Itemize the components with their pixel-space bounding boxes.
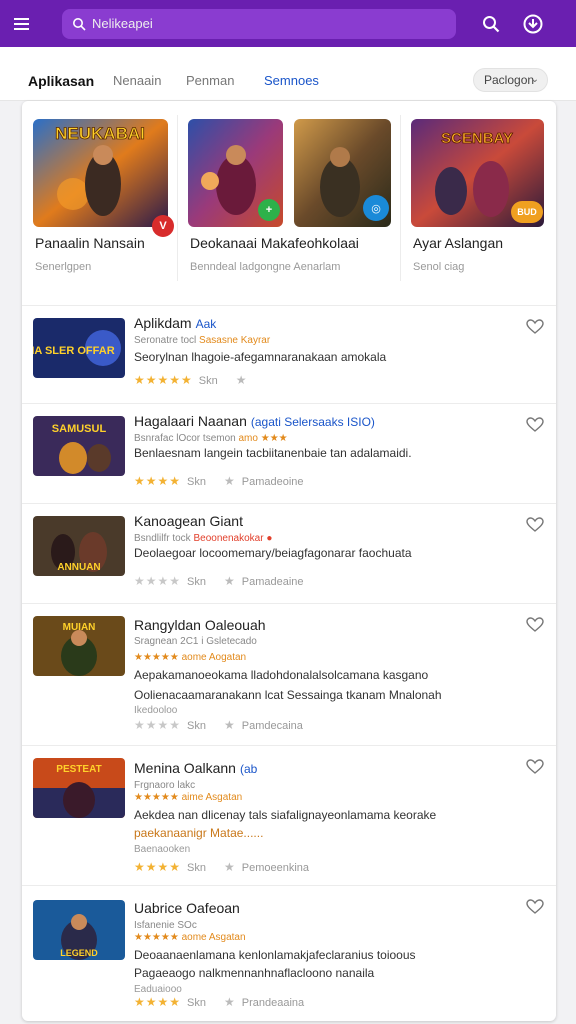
divider — [177, 115, 178, 281]
app-title: Menina Oalkann (ab — [134, 760, 258, 776]
search-bar[interactable] — [62, 8, 456, 39]
app-description: Benlaesnam langein tacbiitanenbaie tan a… — [134, 446, 412, 460]
app-thumbnail: DIA SLER OFFAR — [33, 318, 125, 378]
favorite-icon[interactable] — [526, 616, 544, 634]
thumb-text: PESTEAT — [56, 764, 101, 775]
list-item[interactable]: LEGEND Uabrice Oafeoan Isfanenie SOc ★★★… — [22, 886, 556, 1021]
rating-stars: ★★★★ Skn ★ Pamadeaine — [134, 574, 304, 588]
app-meta: Isfanenie SOc — [134, 920, 197, 931]
list-item[interactable]: ANNUAN Kanoagean Giant Bsndlilfr tock Be… — [22, 504, 556, 604]
featured-title: Panaalin Nansain — [35, 235, 145, 251]
list-item[interactable]: PESTEAT Menina Oalkann (ab Frgnaoro lakc … — [22, 746, 556, 886]
thumb-text: ANNUAN — [57, 562, 100, 573]
featured-item[interactable]: + Deokanaai Makafeohkolaai Benndeal ladg… — [188, 119, 359, 279]
app-thumbnail: PESTEAT — [33, 758, 125, 818]
app-description-line2: paekanaanigr Matae...... — [134, 826, 264, 840]
account-icon[interactable] — [520, 11, 546, 37]
featured-thumbnail: NEUKABAI — [33, 119, 168, 227]
favorite-icon[interactable] — [526, 516, 544, 534]
featured-item[interactable]: NEUKABAI V Panaalin Nansain Senerlgpen — [33, 119, 174, 279]
app-description: Deolaegoar locoomemary/beiagfagonarar fa… — [134, 546, 412, 560]
app-list-card: NEUKABAI V Panaalin Nansain Senerlgpen +… — [22, 101, 556, 1021]
rating-stars: ★★★★★ Skn ★ — [134, 373, 248, 387]
list-item[interactable]: DIA SLER OFFAR AplikdamAak Seronatre toc… — [22, 306, 556, 404]
featured-item[interactable]: ◎ — [294, 119, 394, 279]
thumb-text: DIA SLER OFFAR — [33, 345, 115, 357]
tab-nenaain[interactable]: Nenaain — [113, 73, 161, 88]
favorite-icon[interactable] — [526, 898, 544, 916]
app-meta-rating: ★★★★★ aome Aogatan — [134, 652, 247, 663]
app-meta: Bsnrafac lOcor tsemon amo ★★★ — [134, 433, 288, 444]
rating-stars: ★★★★ Skn ★ Prandeaaina — [134, 995, 305, 1009]
favorite-icon[interactable] — [526, 758, 544, 776]
search-icon[interactable] — [478, 11, 504, 37]
app-title: Uabrice Oafeoan — [134, 900, 240, 916]
filter-dropdown[interactable]: Paclogon ⌄ — [473, 68, 548, 92]
featured-item[interactable]: SCENBAY BUD Ayar Aslangan Senol ciag — [411, 119, 551, 279]
tab-bar: Aplikasan Nenaain Penman Semnoes Paclogo… — [0, 47, 576, 101]
thumb-text: SAMUSUL — [52, 423, 107, 435]
search-icon — [72, 17, 86, 31]
app-meta: Seronatre tocl Sasasne Kayrar — [134, 335, 271, 346]
app-description: Aepakamanoeokama lladohdonalalsolcamana … — [134, 668, 429, 682]
app-meta: Bsndlilfr tock Beoonenakokar ● — [134, 533, 273, 544]
app-meta-rating: ★★★★★ aime Asgatan — [134, 792, 243, 803]
featured-thumb-text: NEUKABAI — [55, 124, 145, 143]
filter-label: Paclogon — [484, 73, 535, 87]
badge-icon: V — [152, 215, 174, 237]
rating-stars: ★★★★ Skn ★ Pemoeenkina — [134, 860, 310, 874]
app-title: Aplikdam Aak — [134, 315, 217, 331]
app-extra: Ikedooloo — [134, 705, 178, 716]
favorite-icon[interactable] — [526, 416, 544, 434]
app-thumbnail: LEGEND — [33, 900, 125, 960]
top-app-bar — [0, 0, 576, 47]
badge-icon: ◎ — [363, 195, 389, 221]
badge-icon: + — [258, 199, 280, 221]
app-thumbnail: ANNUAN — [33, 516, 125, 576]
app-description: Aekdea nan dlicenay tals siafalignayeonl… — [134, 808, 437, 822]
app-description: Deoaanaenlamana kenlonlamakjafeclaranius… — [134, 948, 416, 962]
thumb-text: LEGEND — [60, 948, 98, 958]
app-extra: Baenaooken — [134, 844, 191, 855]
favorite-icon[interactable] — [526, 318, 544, 336]
divider — [400, 115, 401, 281]
app-extra: Eaduaiooo — [134, 984, 182, 995]
app-meta: Frgnaoro lakc — [134, 780, 196, 791]
badge-icon: BUD — [511, 201, 543, 223]
thumb-text: MUIAN — [63, 622, 96, 633]
menu-icon[interactable] — [14, 2, 58, 46]
tab-aplikasan[interactable]: Aplikasan — [28, 73, 94, 89]
featured-subtitle: Senerlgpen — [35, 261, 92, 273]
chevron-down-icon: ⌄ — [530, 74, 539, 85]
app-title: Kanoagean Giant — [134, 513, 243, 529]
featured-subtitle: Senol ciag — [413, 261, 465, 273]
app-thumbnail: MUIAN — [33, 616, 125, 676]
app-title: Hagalaari Naanan (agati Selersaaks ISIO) — [134, 413, 375, 429]
app-thumbnail: SAMUSUL — [33, 416, 125, 476]
tab-semnoes[interactable]: Semnoes — [264, 73, 319, 88]
rating-stars: ★★★★ Skn ★ Pamdecaina — [134, 718, 303, 732]
rating-stars: ★★★★ Skn ★ Pamadeoine — [134, 474, 304, 488]
app-description-line2: Pagaeaogo nalkmennanhnaflacloono nanaila — [134, 966, 375, 980]
search-input[interactable] — [92, 16, 432, 31]
app-description-line2: Oolienacaamaranakann lcat Sessainga tkan… — [134, 688, 442, 702]
app-meta-rating: ★★★★★ aome Asgatan — [134, 932, 246, 943]
featured-thumb-text: SCENBAY — [441, 130, 513, 147]
tab-penman[interactable]: Penman — [186, 73, 234, 88]
app-meta: Sragnean 2C1 i Gsletecado — [134, 636, 257, 647]
list-item[interactable]: SAMUSUL Hagalaari Naanan (agati Selersaak… — [22, 404, 556, 504]
app-description: Seorylnan lhagoie-afegamnaranakaan amoka… — [134, 350, 387, 364]
app-title: Rangyldan Oaleouah — [134, 617, 266, 633]
featured-title: Ayar Aslangan — [413, 235, 504, 251]
list-item[interactable]: MUIAN Rangyldan Oaleouah Sragnean 2C1 i … — [22, 604, 556, 746]
